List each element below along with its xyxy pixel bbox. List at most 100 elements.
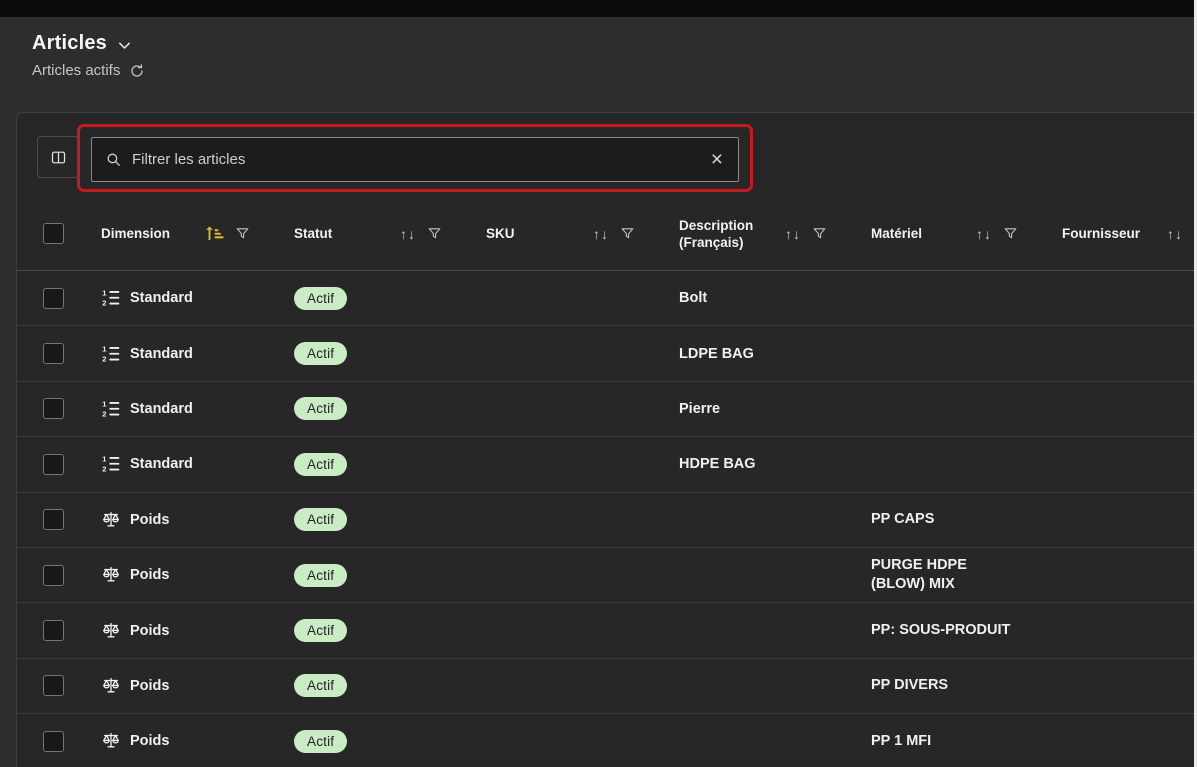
scale-icon — [101, 676, 121, 696]
sort-icon: ↑↓ — [976, 226, 992, 242]
cell-materiel: PP CAPS — [853, 493, 1044, 547]
cell-statut: Actif — [276, 437, 468, 491]
cell-statut: Actif — [276, 382, 468, 436]
table-row[interactable]: 1 2 Poids Actif PP DIVERS — [17, 659, 1197, 714]
select-all-cell — [43, 197, 83, 270]
column-header-label: Description (Français) — [679, 217, 753, 251]
svg-text:2: 2 — [102, 299, 106, 308]
numbered-list-icon: 1 2 — [101, 344, 121, 364]
row-select-cell — [43, 714, 83, 767]
row-select-cell — [43, 659, 83, 713]
table-row[interactable]: 1 2 Standard Actif HDPE BAG — [17, 437, 1197, 492]
view-selector[interactable]: Articles — [32, 32, 145, 55]
filter-funnel-icon — [812, 226, 827, 241]
row-select-cell — [43, 326, 83, 380]
cell-fournisseur — [1044, 603, 1197, 657]
dimension-label: Poids — [130, 733, 169, 749]
cell-dimension: 1 2 Poids — [83, 714, 276, 767]
cell-sku — [468, 271, 661, 325]
cell-materiel — [853, 271, 1044, 325]
dimension-label: Standard — [130, 290, 193, 306]
cell-dimension: 1 2 Standard — [83, 382, 276, 436]
cell-sku — [468, 548, 661, 602]
cell-fournisseur — [1044, 437, 1197, 491]
cell-description — [661, 548, 853, 602]
cell-fournisseur — [1044, 493, 1197, 547]
numbered-list-icon: 1 2 — [101, 288, 121, 308]
cell-sku — [468, 714, 661, 767]
select-all-checkbox[interactable] — [43, 223, 64, 244]
status-badge: Actif — [294, 397, 347, 420]
status-badge: Actif — [294, 508, 347, 531]
sort-icon: ↑↓ — [785, 226, 801, 242]
row-checkbox[interactable] — [43, 509, 64, 530]
table-row[interactable]: 1 2 Standard Actif Bolt — [17, 271, 1197, 326]
cell-description: LDPE BAG — [661, 326, 853, 380]
row-checkbox[interactable] — [43, 565, 64, 586]
cell-sku — [468, 493, 661, 547]
cell-fournisseur — [1044, 659, 1197, 713]
row-select-cell — [43, 493, 83, 547]
edit-columns-button[interactable] — [37, 136, 79, 178]
column-header[interactable]: Matériel ↑↓ — [853, 197, 1044, 270]
table-row[interactable]: 1 2 Poids Actif PP 1 MFI — [17, 714, 1197, 767]
cell-sku — [468, 659, 661, 713]
cell-materiel — [853, 326, 1044, 380]
filter-search-box: × — [91, 137, 739, 182]
cell-fournisseur — [1044, 271, 1197, 325]
sort-icon: ↑↓ — [593, 226, 609, 242]
svg-text:2: 2 — [102, 409, 106, 418]
cell-statut: Actif — [276, 548, 468, 602]
status-badge: Actif — [294, 287, 347, 310]
cell-materiel: PP DIVERS — [853, 659, 1044, 713]
row-checkbox[interactable] — [43, 288, 64, 309]
cell-statut: Actif — [276, 659, 468, 713]
table-row[interactable]: 1 2 Poids Actif PURGE HDPE (BLOW) MIX — [17, 548, 1197, 603]
column-header[interactable]: SKU ↑↓ — [468, 197, 661, 270]
row-checkbox[interactable] — [43, 454, 64, 475]
status-badge: Actif — [294, 619, 347, 642]
svg-text:1: 1 — [102, 289, 106, 298]
column-header[interactable]: Statut ↑↓ — [276, 197, 468, 270]
row-checkbox[interactable] — [43, 620, 64, 641]
table-row[interactable]: 1 2 Standard Actif Pierre — [17, 382, 1197, 437]
cell-dimension: 1 2 Standard — [83, 437, 276, 491]
svg-text:1: 1 — [102, 344, 106, 353]
dimension-label: Standard — [130, 346, 193, 362]
top-window-strip — [0, 0, 1197, 17]
column-header[interactable]: Description (Français) ↑↓ — [661, 197, 853, 270]
numbered-list-icon: 1 2 — [101, 454, 121, 474]
table-row[interactable]: 1 2 Poids Actif PP CAPS — [17, 493, 1197, 548]
status-badge: Actif — [294, 564, 347, 587]
row-checkbox[interactable] — [43, 731, 64, 752]
column-header[interactable]: Fournisseur ↑↓ — [1044, 197, 1197, 270]
table-row[interactable]: 1 2 Poids Actif PP: SOUS-PRODUIT — [17, 603, 1197, 658]
chevron-down-icon — [117, 38, 132, 53]
filter-funnel-icon — [620, 226, 635, 241]
cell-description — [661, 603, 853, 657]
cell-dimension: 1 2 Poids — [83, 548, 276, 602]
clear-filter-icon[interactable]: × — [709, 149, 725, 170]
cell-materiel: PURGE HDPE (BLOW) MIX — [853, 548, 1044, 602]
sort-icon: ↑↓ — [400, 226, 416, 242]
filter-articles-input[interactable] — [132, 151, 699, 168]
filter-funnel-icon — [427, 226, 442, 241]
status-badge: Actif — [294, 453, 347, 476]
dimension-label: Standard — [130, 456, 193, 472]
dimension-label: Standard — [130, 401, 193, 417]
table-body: 1 2 Standard Actif Bolt — [17, 271, 1197, 767]
row-checkbox[interactable] — [43, 675, 64, 696]
row-checkbox[interactable] — [43, 343, 64, 364]
refresh-icon[interactable] — [129, 63, 145, 79]
columns-icon — [50, 149, 67, 166]
scale-icon — [101, 510, 121, 530]
sort-icon: ↑↓ — [1167, 226, 1183, 242]
table-row[interactable]: 1 2 Standard Actif LDPE BAG — [17, 326, 1197, 381]
column-header-label: Statut — [294, 225, 332, 242]
scale-icon — [101, 565, 121, 585]
articles-panel: × Dimension ↑↓ Statut — [16, 112, 1197, 767]
cell-statut: Actif — [276, 326, 468, 380]
cell-materiel — [853, 382, 1044, 436]
column-header[interactable]: Dimension ↑↓ — [83, 197, 276, 270]
row-checkbox[interactable] — [43, 398, 64, 419]
